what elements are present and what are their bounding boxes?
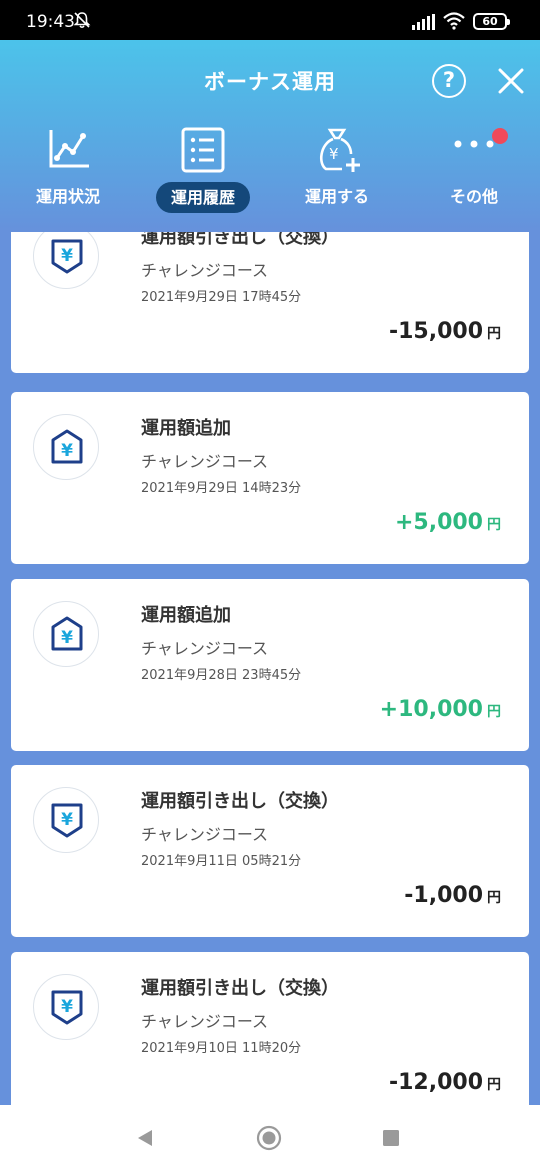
transaction-title: 運用額追加 — [141, 605, 231, 626]
tab-history[interactable]: 運用履歴 — [143, 126, 263, 226]
transaction-type-badge: ¥ — [33, 974, 99, 1040]
money-bag-plus-icon: ¥ — [319, 128, 360, 172]
amount-value: +10,000 — [379, 697, 483, 722]
currency-label: 円 — [487, 890, 501, 906]
tab-other-label: その他 — [449, 187, 498, 206]
transaction-course: チャレンジコース — [141, 452, 269, 471]
transaction-card[interactable]: ¥ 運用額引き出し（交換） チャレンジコース 2021年9月11日 05時21分… — [11, 765, 529, 937]
line-chart-icon — [49, 130, 89, 168]
recents-icon[interactable] — [376, 1123, 406, 1153]
wifi-icon — [443, 12, 465, 30]
system-nav-bar — [0, 1105, 540, 1170]
transaction-card[interactable]: ¥ 運用額引き出し（交換） チャレンジコース 2021年9月10日 11時20分… — [11, 952, 529, 1105]
amount-value: -15,000 — [388, 319, 483, 344]
transaction-course: チャレンジコース — [141, 1012, 269, 1031]
transaction-course: チャレンジコース — [141, 261, 269, 280]
list-icon — [181, 127, 225, 173]
transaction-type-badge: ¥ — [33, 601, 99, 667]
transaction-amount: -12,000 円 — [389, 1070, 501, 1095]
cell-signal-icon — [412, 14, 435, 30]
currency-label: 円 — [487, 517, 501, 533]
yen-deposit-icon: ¥ — [51, 429, 83, 464]
tab-other[interactable]: その他 — [414, 126, 534, 226]
currency-label: 円 — [487, 1077, 501, 1093]
transaction-type-badge: ¥ — [33, 787, 99, 853]
transaction-type-badge: ¥ — [33, 232, 99, 289]
tab-status-label: 運用状況 — [35, 187, 100, 206]
svg-text:¥: ¥ — [329, 145, 339, 163]
transaction-card[interactable]: ¥ 運用額引き出し（交換） チャレンジコース 2021年9月29日 17時45分… — [11, 232, 529, 373]
svg-text:¥: ¥ — [61, 810, 73, 830]
app-header: ボーナス運用 ? 運用状況 運用履歴 ¥ 運用する その他 — [0, 40, 540, 232]
amount-value: -1,000 — [404, 883, 483, 908]
transaction-title: 運用額引き出し（交換） — [141, 791, 339, 812]
transaction-card[interactable]: ¥ 運用額追加 チャレンジコース 2021年9月29日 14時23分 +5,00… — [11, 392, 529, 564]
transaction-date: 2021年9月29日 14時23分 — [141, 481, 302, 496]
transaction-title: 運用額引き出し（交換） — [141, 978, 339, 999]
tab-invest[interactable]: ¥ 運用する — [277, 126, 397, 226]
transaction-amount: +10,000 円 — [380, 697, 501, 722]
amount-value: -12,000 — [388, 1070, 483, 1095]
transaction-course: チャレンジコース — [141, 825, 269, 844]
status-time: 19:43 — [26, 12, 75, 32]
tab-status[interactable]: 運用状況 — [8, 126, 128, 226]
transaction-amount: -15,000 円 — [389, 319, 501, 344]
help-button[interactable]: ? — [432, 64, 466, 98]
currency-label: 円 — [487, 326, 501, 342]
tab-history-label: 運用履歴 — [156, 182, 250, 213]
transaction-amount: -1,000 円 — [404, 883, 501, 908]
transaction-date: 2021年9月28日 23時45分 — [141, 668, 302, 683]
yen-withdraw-icon: ¥ — [51, 239, 83, 274]
back-icon[interactable] — [130, 1123, 160, 1153]
currency-label: 円 — [487, 704, 501, 720]
svg-text:¥: ¥ — [61, 997, 73, 1017]
notification-dot — [492, 128, 508, 144]
yen-deposit-icon: ¥ — [51, 616, 83, 651]
status-bar: 19:43 60 — [0, 0, 540, 40]
transaction-card[interactable]: ¥ 運用額追加 チャレンジコース 2021年9月28日 23時45分 +10,0… — [11, 579, 529, 751]
battery-indicator: 60 — [473, 13, 510, 30]
tab-invest-label: 運用する — [304, 187, 369, 206]
notifications-off-icon — [73, 12, 91, 29]
close-icon[interactable] — [496, 66, 526, 96]
svg-text:¥: ¥ — [61, 441, 73, 461]
transaction-date: 2021年9月11日 05時21分 — [141, 854, 302, 869]
transaction-title: 運用額追加 — [141, 418, 231, 439]
yen-withdraw-icon: ¥ — [51, 990, 83, 1025]
transaction-list[interactable]: ¥ 運用額引き出し（交換） チャレンジコース 2021年9月29日 17時45分… — [0, 232, 540, 1105]
transaction-title: 運用額引き出し（交換） — [141, 232, 339, 248]
amount-value: +5,000 — [394, 510, 483, 535]
svg-text:¥: ¥ — [61, 246, 73, 266]
transaction-date: 2021年9月29日 17時45分 — [141, 290, 302, 305]
svg-text:¥: ¥ — [61, 628, 73, 648]
transaction-type-badge: ¥ — [33, 414, 99, 480]
transaction-date: 2021年9月10日 11時20分 — [141, 1041, 302, 1056]
transaction-course: チャレンジコース — [141, 639, 269, 658]
yen-withdraw-icon: ¥ — [51, 803, 83, 838]
transaction-amount: +5,000 円 — [395, 510, 501, 535]
home-icon[interactable] — [254, 1123, 284, 1153]
